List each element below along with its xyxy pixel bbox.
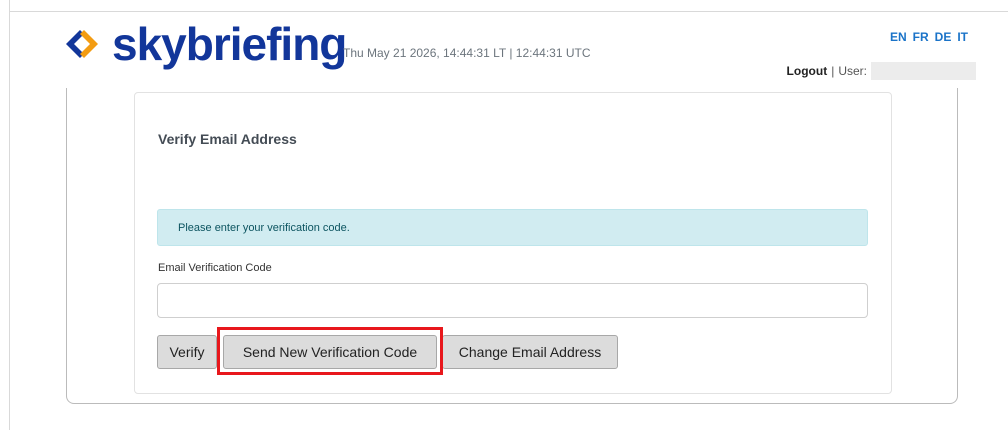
verify-button[interactable]: Verify <box>157 335 217 369</box>
lang-it-link[interactable]: IT <box>957 30 968 44</box>
window-top-border <box>0 0 1008 12</box>
user-bar: Logout | User: <box>787 62 976 80</box>
separator: | <box>831 64 835 78</box>
logo-text: skybriefing <box>112 18 347 70</box>
logout-link[interactable]: Logout <box>787 64 828 78</box>
lang-fr-link[interactable]: FR <box>913 30 929 44</box>
change-email-button[interactable]: Change Email Address <box>442 335 618 369</box>
verification-code-input[interactable] <box>157 283 868 318</box>
lang-en-link[interactable]: EN <box>890 30 907 44</box>
language-switcher: EN FR DE IT <box>890 30 968 44</box>
username-redacted <box>871 62 976 80</box>
logo-mark-icon <box>66 30 98 58</box>
user-label: User: <box>838 64 867 78</box>
card-title: Verify Email Address <box>158 131 297 147</box>
code-field-label: Email Verification Code <box>158 262 272 274</box>
info-alert: Please enter your verification code. <box>157 209 868 246</box>
current-datetime: Thu May 21 2026, 14:44:31 LT | 12:44:31 … <box>343 46 591 60</box>
lang-de-link[interactable]: DE <box>935 30 952 44</box>
page-header: skybriefing Thu May 21 2026, 14:44:31 LT… <box>10 12 1008 80</box>
skybriefing-logo[interactable]: skybriefing <box>58 18 347 70</box>
send-new-code-button[interactable]: Send New Verification Code <box>223 335 437 369</box>
window-left-border <box>0 0 10 430</box>
